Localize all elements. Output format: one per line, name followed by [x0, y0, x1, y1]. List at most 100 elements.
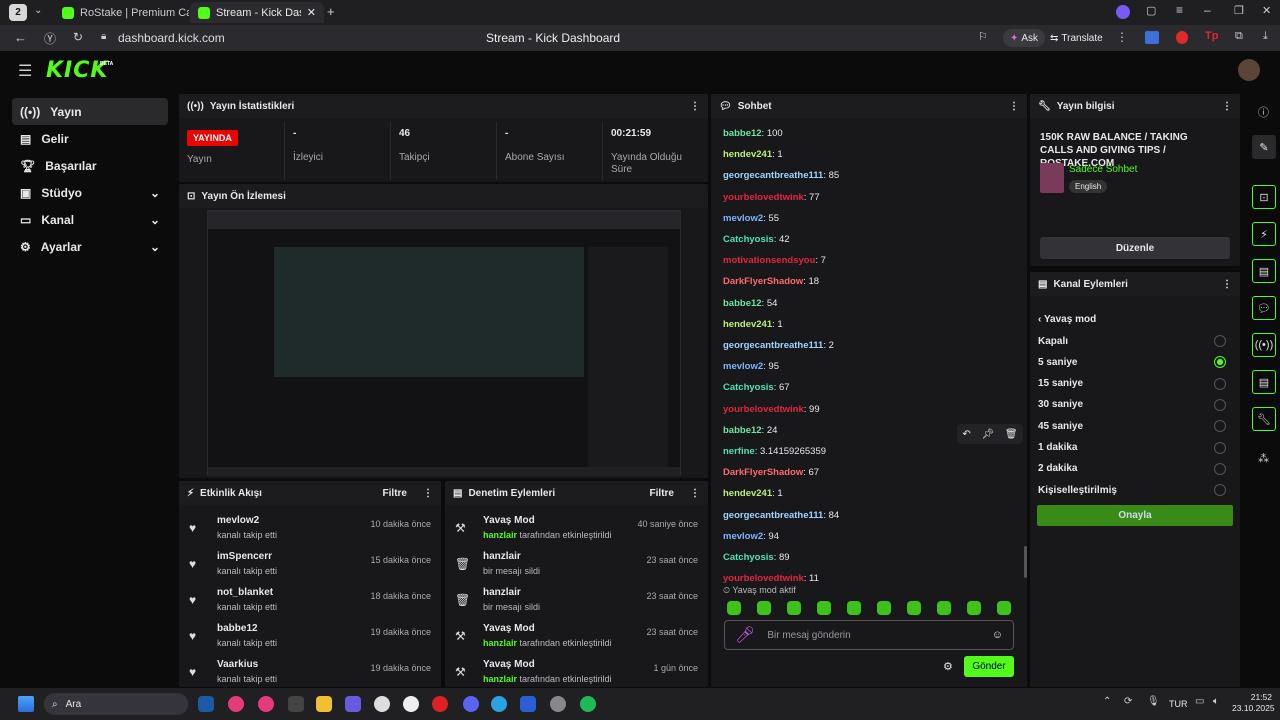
more-icon[interactable]: ⋮ — [1116, 30, 1128, 44]
close-tab-icon[interactable]: ✕ — [307, 6, 316, 19]
info-icon[interactable]: ⓘ — [1258, 104, 1269, 120]
clock[interactable]: 21:52 23.10.2025 — [1232, 692, 1275, 714]
more-icon[interactable]: ⋮ — [1222, 279, 1232, 290]
chat-username[interactable]: yourbelovedtwink — [723, 192, 804, 203]
slow-mode-option[interactable]: Kapalı — [1038, 335, 1226, 347]
emote-icon[interactable] — [997, 601, 1011, 615]
list-item[interactable]: 🗑︎ hanzlair bir mesajı sildi 23 saat önce — [445, 587, 708, 623]
app-circle-icon[interactable] — [374, 696, 390, 712]
minimize-icon[interactable]: – — [1204, 3, 1211, 17]
new-tab-icon[interactable]: + — [327, 4, 335, 19]
spotify-icon[interactable] — [580, 696, 596, 712]
slow-mode-back[interactable]: ‹ Yavaş mod — [1038, 314, 1096, 325]
chat-message[interactable]: hendev241: 1 — [723, 319, 783, 330]
app-pink-icon[interactable] — [228, 696, 244, 712]
tray-monitor-icon[interactable]: ▭ — [1195, 696, 1204, 707]
telegram-icon[interactable] — [491, 696, 507, 712]
chat-settings-icon[interactable]: ⚙ — [943, 660, 953, 673]
slow-mode-option[interactable]: 45 saniye — [1038, 420, 1226, 433]
chat-message[interactable]: georgecantbreathe111: 84 — [723, 510, 839, 521]
discord-icon[interactable] — [463, 696, 479, 712]
microphone-icon[interactable]: 🎤︎ — [735, 625, 755, 645]
chat-username[interactable]: mevlow2 — [723, 361, 763, 372]
chat-username[interactable]: Catchyosis — [723, 234, 774, 245]
sidebar-item-kanal[interactable]: ▭ Kanal ⌄ — [12, 206, 168, 233]
chat-username[interactable]: hendev241 — [723, 488, 772, 499]
app-copilot-icon[interactable] — [345, 696, 361, 712]
chat-message[interactable]: georgecantbreathe111: 85 — [723, 170, 839, 181]
preview-toggle-icon[interactable]: ⊡ — [1252, 185, 1276, 209]
chat-message[interactable]: babbe12: 24 — [723, 425, 777, 436]
app-github-icon[interactable] — [403, 696, 419, 712]
more-icon[interactable]: ⋮ — [690, 101, 700, 112]
edit-button[interactable]: Düzenle — [1040, 237, 1230, 259]
chat-username[interactable]: georgecantbreathe111 — [723, 510, 823, 521]
server-toggle-icon[interactable]: ▤ — [1252, 370, 1276, 394]
chat-username[interactable]: hendev241 — [723, 149, 772, 160]
emote-icon[interactable] — [787, 601, 801, 615]
url-field[interactable]: dashboard.kick.com — [118, 31, 225, 45]
yandex-browser-icon[interactable] — [432, 696, 448, 712]
more-icon[interactable]: ⋮ — [1009, 101, 1019, 112]
tab-actions-icon[interactable]: ▢ — [1146, 4, 1156, 17]
broadcast-toggle-icon[interactable]: ((•)) — [1252, 333, 1276, 357]
list-item[interactable]: ♥ Vaarkius kanalı takip etti 19 dakika önce — [179, 659, 441, 687]
extension-red-icon[interactable] — [1176, 31, 1188, 44]
tray-mic-icon[interactable]: 🎙︎ — [1147, 696, 1160, 707]
sidebar-item-studyo[interactable]: ▣ Stüdyo ⌄ — [12, 179, 168, 206]
language-indicator[interactable]: TUR — [1169, 699, 1188, 709]
chat-message[interactable]: yourbelovedtwink: 11 — [723, 573, 819, 584]
radio-button[interactable] — [1214, 335, 1226, 347]
profile-icon[interactable] — [1116, 5, 1130, 19]
chat-input[interactable]: 🎤︎ Bir mesaj gönderin ☺ — [724, 620, 1014, 650]
category-link[interactable]: Sadece Sohbet — [1069, 164, 1137, 175]
more-icon[interactable]: ⋮ — [690, 488, 700, 499]
chat-message[interactable]: DarkFlyerShadow: 18 — [723, 276, 819, 287]
chat-username[interactable]: Catchyosis — [723, 382, 774, 393]
chat-message[interactable]: mevlow2: 95 — [723, 361, 779, 372]
pin-icon[interactable]: 📌︎ — [981, 429, 994, 440]
chat-username[interactable]: hendev241 — [723, 319, 772, 330]
sidebar-item-basarilar[interactable]: 🏆︎ Başarılar — [12, 152, 168, 179]
chat-username[interactable]: mevlow2 — [723, 531, 763, 542]
chat-message[interactable]: Catchyosis: 89 — [723, 552, 790, 563]
chat-username[interactable]: yourbelovedtwink — [723, 404, 804, 415]
chat-username[interactable]: motivationsendsyou — [723, 255, 815, 266]
slow-mode-option[interactable]: 15 saniye — [1038, 377, 1226, 390]
list-item[interactable]: 🗑︎ hanzlair bir mesajı sildi 23 saat önce — [445, 551, 708, 587]
chat-message[interactable]: babbe12: 100 — [723, 128, 783, 139]
stream-preview-video[interactable] — [207, 210, 681, 476]
word-icon[interactable] — [520, 696, 536, 712]
radio-button[interactable] — [1214, 356, 1226, 369]
connections-icon[interactable]: ⁂ — [1258, 452, 1269, 465]
tab-rostake[interactable]: RoStake | Premium Case O — [54, 2, 189, 23]
send-button[interactable]: Gönder — [964, 656, 1014, 677]
filter-button[interactable]: Filtre — [650, 488, 674, 499]
back-icon[interactable]: ← — [14, 30, 27, 45]
chat-message[interactable]: hendev241: 1 — [723, 488, 783, 499]
taskbar-search[interactable]: ⌕ Ara — [44, 693, 188, 715]
chat-message[interactable]: georgecantbreathe111: 2 — [723, 340, 834, 351]
list-item[interactable]: ⚒ Yavaş Mod hanzlair tarafından etkinleşti… — [445, 515, 708, 551]
chat-message[interactable]: hendev241: 1 — [723, 149, 783, 160]
list-item[interactable]: ♥ mevlow2 kanalı takip etti 10 dakika önce — [179, 515, 441, 551]
list-item[interactable]: ♥ imSpencerr kanalı takip etti 15 dakika ön… — [179, 551, 441, 587]
chat-message[interactable]: mevlow2: 55 — [723, 213, 779, 224]
chat-username[interactable]: mevlow2 — [723, 213, 763, 224]
emote-icon[interactable] — [877, 601, 891, 615]
chat-message[interactable]: Catchyosis: 67 — [723, 382, 790, 393]
radio-button[interactable] — [1214, 441, 1226, 454]
wrench-toggle-icon[interactable]: 🔧︎ — [1252, 407, 1276, 431]
chat-username[interactable]: babbe12 — [723, 128, 762, 139]
user-avatar[interactable] — [1238, 59, 1260, 81]
emote-icon[interactable] — [847, 601, 861, 615]
slow-mode-option[interactable]: 1 dakika — [1038, 441, 1226, 454]
radio-button[interactable] — [1214, 398, 1226, 411]
slow-mode-option[interactable]: 5 saniye — [1038, 356, 1226, 369]
emote-icon[interactable] — [817, 601, 831, 615]
tab-count-badge[interactable]: 2 — [9, 4, 27, 21]
chat-username[interactable]: yourbelovedtwink — [723, 573, 804, 584]
file-explorer-icon[interactable] — [316, 696, 332, 712]
tab-kick-dashboard[interactable]: Stream - Kick Dashboard ✕ — [190, 2, 324, 23]
emote-icon[interactable] — [967, 601, 981, 615]
